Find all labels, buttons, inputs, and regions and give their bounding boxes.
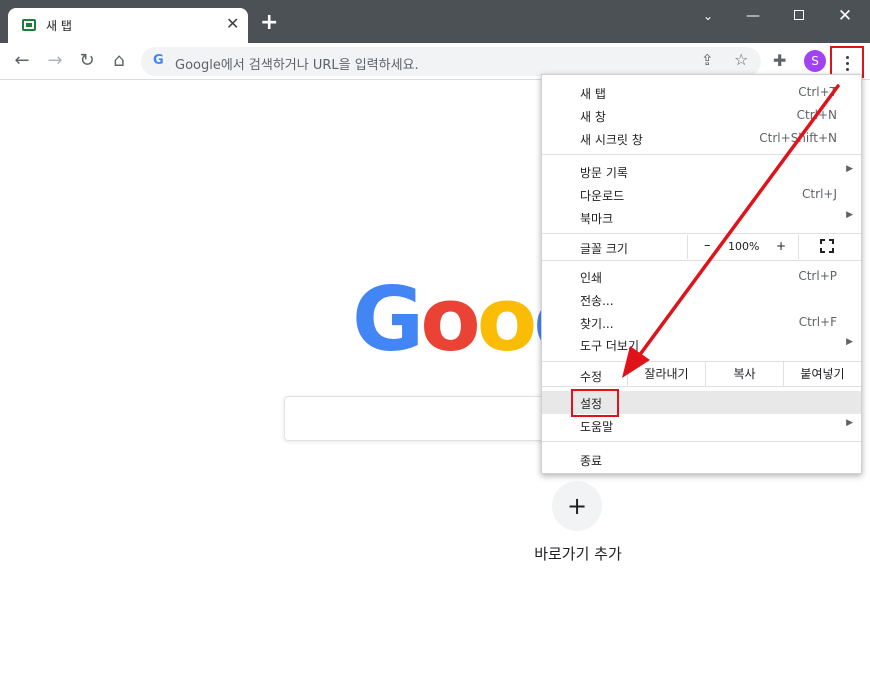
menu-item-shortcut: Ctrl+T bbox=[798, 85, 837, 99]
menu-item-label: 종료 bbox=[580, 454, 603, 468]
menu-item-shortcut: Ctrl+J bbox=[802, 187, 837, 201]
edit-label: 수정 bbox=[580, 370, 603, 384]
menu-item-label: 전송... bbox=[580, 294, 614, 308]
menu-item-print[interactable]: 인쇄 Ctrl+P bbox=[542, 265, 861, 288]
menu-item-label: 새 시크릿 창 bbox=[580, 133, 643, 147]
reload-icon[interactable]: ↻ bbox=[75, 50, 99, 72]
submenu-arrow-icon: ▶ bbox=[846, 164, 853, 174]
forward-arrow-icon[interactable]: → bbox=[43, 50, 67, 72]
menu-divider bbox=[542, 386, 861, 387]
menu-item-exit[interactable]: 종료 bbox=[542, 448, 861, 471]
menu-item-label: 방문 기록 bbox=[580, 166, 628, 180]
menu-item-label: 새 창 bbox=[580, 110, 606, 124]
extensions-puzzle-icon[interactable]: ✚ bbox=[773, 51, 786, 70]
profile-avatar[interactable]: S bbox=[804, 50, 826, 72]
menu-item-shortcut: Ctrl+F bbox=[798, 315, 837, 329]
menu-divider bbox=[542, 441, 861, 442]
google-g-icon: G bbox=[153, 53, 164, 68]
menu-divider bbox=[542, 260, 861, 261]
logo-letter: o bbox=[476, 268, 538, 371]
title-bar: 새 탭 ✕ + ⌄ — ✕ bbox=[0, 0, 870, 43]
menu-item-label: 북마크 bbox=[580, 212, 614, 226]
menu-item-history[interactable]: 방문 기록 ▶ bbox=[542, 160, 861, 183]
menu-item-more-tools[interactable]: 도구 더보기 ▶ bbox=[542, 333, 861, 356]
menu-item-incognito[interactable]: 새 시크릿 창 Ctrl+Shift+N bbox=[542, 127, 861, 150]
settings-highlight-box bbox=[571, 389, 619, 417]
new-tab-button[interactable]: + bbox=[260, 12, 278, 34]
menu-item-label: 찾기... bbox=[580, 317, 614, 331]
zoom-in-button[interactable]: + bbox=[776, 239, 786, 253]
logo-letter: o bbox=[420, 268, 481, 371]
menu-edit-row: 수정 잘라내기 복사 붙여넣기 bbox=[542, 362, 861, 386]
add-shortcut-label: 바로가기 추가 bbox=[534, 545, 622, 563]
menu-item-label: 새 탭 bbox=[580, 87, 606, 101]
maximize-button[interactable] bbox=[787, 6, 811, 26]
address-bar-placeholder: Google에서 검색하거나 URL을 입력하세요. bbox=[175, 58, 419, 73]
home-icon[interactable]: ⌂ bbox=[107, 50, 131, 72]
kebab-dot bbox=[846, 68, 849, 71]
tab-search-icon[interactable]: ⌄ bbox=[696, 6, 720, 26]
menu-item-help[interactable]: 도움말 ▶ bbox=[542, 414, 861, 437]
search-input[interactable] bbox=[284, 396, 584, 441]
close-window-button[interactable]: ✕ bbox=[833, 6, 857, 26]
add-shortcut-button[interactable]: + bbox=[552, 481, 602, 531]
menu-item-label: 도움말 bbox=[580, 420, 614, 434]
menu-item-cast[interactable]: 전송... bbox=[542, 288, 861, 311]
paste-button[interactable]: 붙여넣기 bbox=[783, 362, 861, 386]
bookmark-star-icon[interactable]: ☆ bbox=[734, 50, 748, 69]
submenu-arrow-icon: ▶ bbox=[846, 210, 853, 220]
minimize-button[interactable]: — bbox=[741, 6, 765, 26]
zoom-value: 100% bbox=[728, 240, 760, 253]
menu-item-new-tab[interactable]: 새 탭 Ctrl+T bbox=[542, 81, 861, 104]
logo-letter: G bbox=[352, 268, 424, 371]
menu-item-shortcut: Ctrl+P bbox=[798, 269, 837, 283]
submenu-arrow-icon: ▶ bbox=[846, 418, 853, 428]
tab-new-tab[interactable]: 새 탭 ✕ bbox=[8, 8, 248, 43]
cut-button[interactable]: 잘라내기 bbox=[627, 362, 705, 386]
zoom-out-button[interactable]: – bbox=[704, 238, 711, 253]
menu-item-label: 도구 더보기 bbox=[580, 339, 640, 353]
kebab-dot bbox=[846, 62, 849, 65]
tab-title: 새 탭 bbox=[46, 19, 72, 33]
menu-item-shortcut: Ctrl+N bbox=[796, 108, 837, 122]
maximize-icon bbox=[794, 10, 804, 20]
menu-item-downloads[interactable]: 다운로드 Ctrl+J bbox=[542, 183, 861, 206]
menu-item-find[interactable]: 찾기... Ctrl+F bbox=[542, 311, 861, 334]
tab-close-icon[interactable]: ✕ bbox=[226, 15, 239, 33]
share-icon[interactable]: ⇪ bbox=[701, 51, 714, 69]
menu-item-shortcut: Ctrl+Shift+N bbox=[759, 131, 837, 145]
kebab-dot bbox=[846, 56, 849, 59]
chrome-menu: 새 탭 Ctrl+T 새 창 Ctrl+N 새 시크릿 창 Ctrl+Shift… bbox=[541, 74, 862, 474]
menu-divider bbox=[542, 233, 861, 234]
zoom-controls: – 100% + bbox=[687, 235, 799, 259]
menu-divider bbox=[542, 154, 861, 155]
menu-item-label: 인쇄 bbox=[580, 271, 603, 285]
tab-favicon-icon bbox=[22, 19, 36, 31]
copy-button[interactable]: 복사 bbox=[705, 362, 783, 386]
menu-item-new-window[interactable]: 새 창 Ctrl+N bbox=[542, 104, 861, 127]
menu-zoom-row: 글꼴 크기 – 100% + bbox=[542, 235, 861, 259]
address-bar[interactable]: G Google에서 검색하거나 URL을 입력하세요. ⇪ ☆ bbox=[141, 47, 761, 76]
submenu-arrow-icon: ▶ bbox=[846, 337, 853, 347]
menu-item-bookmarks[interactable]: 북마크 ▶ bbox=[542, 206, 861, 229]
back-arrow-icon[interactable]: ← bbox=[10, 50, 34, 72]
zoom-label: 글꼴 크기 bbox=[580, 242, 628, 256]
fullscreen-icon[interactable] bbox=[820, 239, 834, 253]
menu-item-label: 다운로드 bbox=[580, 189, 625, 203]
